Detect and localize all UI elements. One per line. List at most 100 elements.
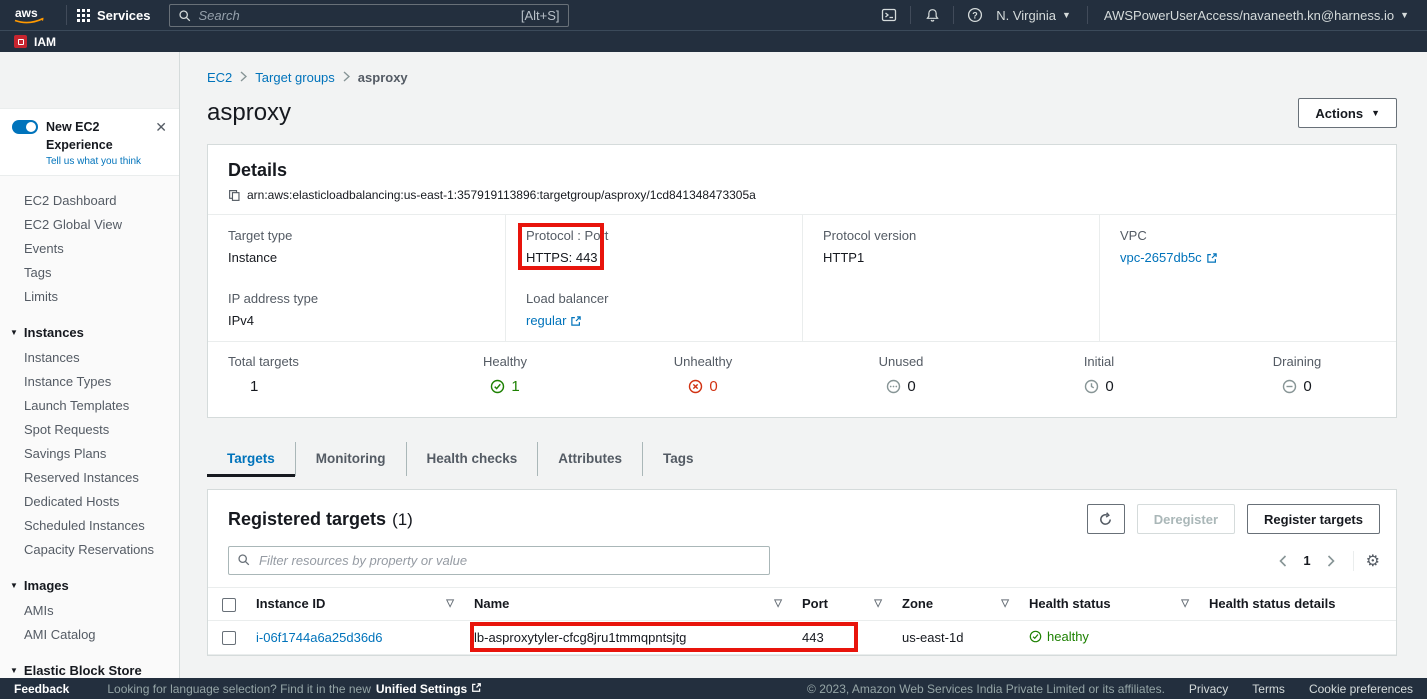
feedback-link[interactable]: Feedback xyxy=(14,682,69,696)
field-label: Protocol version xyxy=(823,228,1079,243)
notifications-bell-icon[interactable] xyxy=(919,8,945,23)
copy-icon[interactable] xyxy=(228,189,241,202)
load-balancer-link[interactable]: regular xyxy=(526,313,582,328)
sidebar-item-ami-catalog[interactable]: AMI Catalog xyxy=(0,622,179,646)
tab-targets[interactable]: Targets xyxy=(207,442,295,476)
col-health-status[interactable]: Health status▽ xyxy=(1019,588,1199,621)
sidebar-item-savings-plans[interactable]: Savings Plans xyxy=(0,441,179,465)
sidebar-item-instances[interactable]: Instances xyxy=(0,345,179,369)
cookie-preferences-link[interactable]: Cookie preferences xyxy=(1309,682,1413,696)
next-page-icon[interactable] xyxy=(1321,555,1341,567)
registered-targets-header: Registered targets (1) Deregister Regist… xyxy=(208,490,1396,546)
col-instance-id[interactable]: Instance ID ▽ xyxy=(246,588,464,621)
settings-gear-icon[interactable]: ⚙ xyxy=(1366,551,1380,571)
deregister-button[interactable]: Deregister xyxy=(1137,504,1235,534)
field-value: HTTP1 xyxy=(823,250,1079,265)
sort-icon[interactable]: ▽ xyxy=(1175,598,1189,609)
instance-id-link[interactable]: i-06f1744a6a25d36d6 xyxy=(256,630,383,645)
main-content: EC2 Target groups asproxy asproxy Action… xyxy=(180,52,1427,678)
global-search-input[interactable]: Search [Alt+S] xyxy=(169,4,569,27)
vpc-link[interactable]: vpc-2657db5c xyxy=(1120,250,1218,265)
actions-button[interactable]: Actions ▼ xyxy=(1298,98,1397,128)
tab-attributes[interactable]: Attributes xyxy=(537,442,642,476)
actions-label: Actions xyxy=(1315,106,1363,121)
field-value: IPv4 xyxy=(228,313,485,328)
sidebar-item-spot-requests[interactable]: Spot Requests xyxy=(0,417,179,441)
terms-link[interactable]: Terms xyxy=(1252,682,1285,696)
field-label: Load balancer xyxy=(526,291,782,306)
top-nav-bar: aws Services xyxy=(0,0,1427,30)
sidebar-section-instances[interactable]: ▼ Instances xyxy=(0,320,179,345)
field-label: IP address type xyxy=(228,291,485,306)
sidebar-item-instance-types[interactable]: Instance Types xyxy=(0,369,179,393)
sidebar-item-events[interactable]: Events xyxy=(0,236,179,260)
register-targets-button[interactable]: Register targets xyxy=(1247,504,1380,534)
summary-value: 0 xyxy=(1303,378,1311,395)
col-port[interactable]: Port▽ xyxy=(792,588,892,621)
vpc-id: vpc-2657db5c xyxy=(1120,250,1202,265)
help-icon[interactable]: ? xyxy=(962,7,988,23)
col-health-status-details: Health status details xyxy=(1199,588,1396,621)
summary-value: 1 xyxy=(511,378,519,395)
sidebar-item-dedicated-hosts[interactable]: Dedicated Hosts xyxy=(0,489,179,513)
registered-targets-actions: Deregister Register targets xyxy=(1087,504,1380,534)
sidebar-item-tags[interactable]: Tags xyxy=(0,260,179,284)
sidebar-item-amis[interactable]: AMIs xyxy=(0,598,179,622)
col-name[interactable]: Name▽ xyxy=(464,588,792,621)
field-label: VPC xyxy=(1120,228,1376,243)
close-icon[interactable]: ✕ xyxy=(153,118,169,136)
page-number[interactable]: 1 xyxy=(1297,553,1316,568)
summary-value: 0 xyxy=(709,378,717,395)
registered-targets-count: (1) xyxy=(392,510,413,530)
summary-label: Initial xyxy=(1000,354,1198,369)
previous-page-icon[interactable] xyxy=(1273,555,1293,567)
cloudshell-icon[interactable] xyxy=(876,7,902,23)
sidebar-item-capacity-reservations[interactable]: Capacity Reservations xyxy=(0,537,179,561)
health-status-text: healthy xyxy=(1047,629,1089,644)
chevron-down-icon: ▼ xyxy=(10,581,18,590)
chevron-down-icon: ▼ xyxy=(1400,10,1409,20)
sidebar-item-ec2-global-view[interactable]: EC2 Global View xyxy=(0,212,179,236)
account-menu[interactable]: AWSPowerUserAccess/navaneeth.kn@harness.… xyxy=(1096,8,1417,23)
favorite-iam[interactable]: IAM xyxy=(34,35,56,49)
row-checkbox[interactable] xyxy=(222,631,236,645)
refresh-button[interactable] xyxy=(1087,504,1125,534)
sidebar-item-ec2-dashboard[interactable]: EC2 Dashboard xyxy=(0,188,179,212)
tab-health-checks[interactable]: Health checks xyxy=(406,442,538,476)
x-circle-icon xyxy=(688,379,703,394)
services-menu[interactable]: Services xyxy=(77,8,151,23)
svg-text:aws: aws xyxy=(15,6,38,20)
breadcrumb-target-groups[interactable]: Target groups xyxy=(255,70,335,85)
privacy-link[interactable]: Privacy xyxy=(1189,682,1228,696)
sidebar-item-scheduled-instances[interactable]: Scheduled Instances xyxy=(0,513,179,537)
tab-tags[interactable]: Tags xyxy=(642,442,714,476)
experience-toggle[interactable] xyxy=(12,120,38,134)
summary-label: Healthy xyxy=(406,354,604,369)
summary-initial: Initial 0 xyxy=(1000,354,1198,399)
aws-logo[interactable]: aws xyxy=(12,5,46,26)
new-experience-panel: New EC2 Experience Tell us what you thin… xyxy=(0,108,179,176)
sidebar-section-images[interactable]: ▼ Images xyxy=(0,573,179,598)
summary-value: 0 xyxy=(1105,378,1113,395)
experience-feedback-link[interactable]: Tell us what you think xyxy=(46,156,153,167)
region-selector[interactable]: N. Virginia ▼ xyxy=(988,8,1079,23)
field-label: Target type xyxy=(228,228,485,243)
target-port-cell: 443 xyxy=(792,620,892,654)
filter-input[interactable] xyxy=(228,546,770,575)
sort-icon[interactable]: ▽ xyxy=(868,598,882,609)
breadcrumb-ec2[interactable]: EC2 xyxy=(207,70,232,85)
sidebar-item-launch-templates[interactable]: Launch Templates xyxy=(0,393,179,417)
sort-icon[interactable]: ▽ xyxy=(440,598,454,609)
sidebar-item-reserved-instances[interactable]: Reserved Instances xyxy=(0,465,179,489)
unified-settings-link[interactable]: Unified Settings xyxy=(376,682,482,696)
sidebar-item-limits[interactable]: Limits xyxy=(0,284,179,308)
sort-icon[interactable]: ▽ xyxy=(995,598,1009,609)
summary-total-targets: Total targets 1 xyxy=(208,354,406,399)
col-label: Instance ID xyxy=(256,596,325,611)
sidebar-section-elastic-block-store[interactable]: ▼ Elastic Block Store xyxy=(0,658,179,678)
sort-icon[interactable]: ▽ xyxy=(768,598,782,609)
select-all-checkbox[interactable] xyxy=(222,598,236,612)
sidebar-nav: EC2 Dashboard EC2 Global View Events Tag… xyxy=(0,176,179,678)
col-zone[interactable]: Zone▽ xyxy=(892,588,1019,621)
tab-monitoring[interactable]: Monitoring xyxy=(295,442,406,476)
